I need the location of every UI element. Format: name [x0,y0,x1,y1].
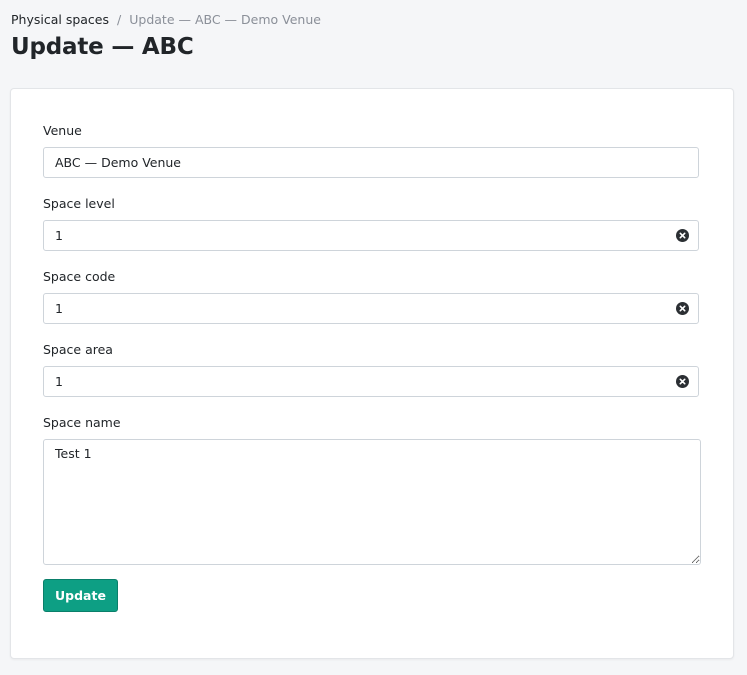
space-area-clear-icon[interactable] [676,375,689,388]
space-level-label: Space level [43,196,115,211]
venue-label: Venue [43,123,82,138]
space-code-input[interactable] [43,293,699,324]
update-form-card: Venue Space level Space code Space area … [10,88,734,659]
update-button[interactable]: Update [43,579,118,612]
space-level-input[interactable] [43,220,699,251]
space-name-label: Space name [43,415,121,430]
breadcrumb: Physical spaces / Update — ABC — Demo Ve… [11,12,321,27]
breadcrumb-current: Update — ABC — Demo Venue [129,12,321,27]
space-area-label: Space area [43,342,113,357]
space-code-label: Space code [43,269,116,284]
space-code-clear-icon[interactable] [676,302,689,315]
space-name-textarea[interactable]: Test 1 [43,439,701,565]
space-level-clear-icon[interactable] [676,229,689,242]
space-area-input[interactable] [43,366,699,397]
page-title: Update — ABC [11,34,194,60]
breadcrumb-separator: / [117,12,122,27]
venue-input[interactable] [43,147,699,178]
breadcrumb-link-physical-spaces[interactable]: Physical spaces [11,12,109,27]
